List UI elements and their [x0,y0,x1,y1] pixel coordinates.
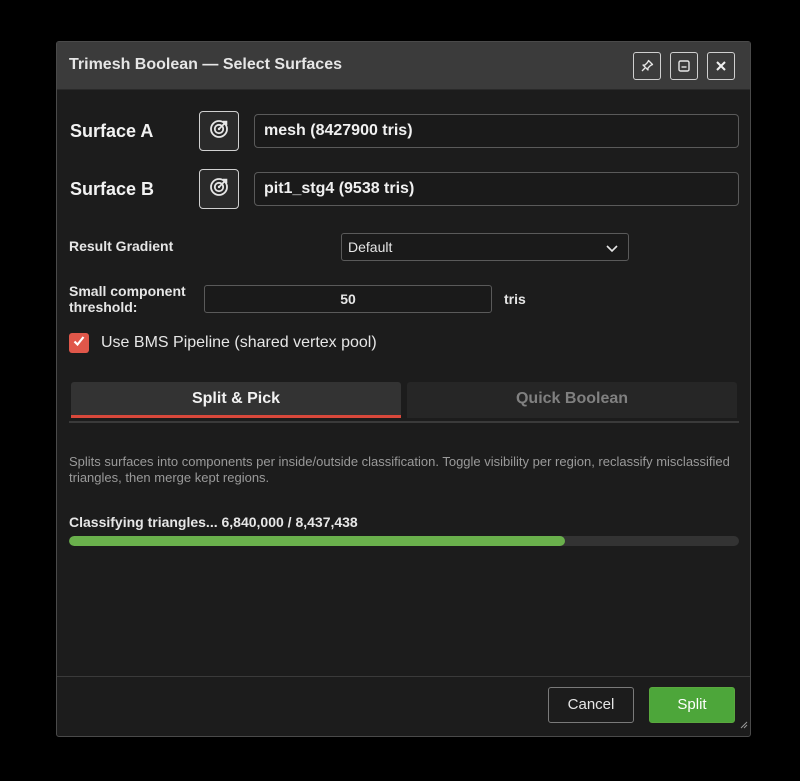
pin-icon [640,59,654,73]
threshold-label: Small component threshold: [69,283,186,315]
pick-target-icon [208,118,230,145]
result-gradient-label: Result Gradient [69,238,174,254]
surface-b-label: Surface B [70,179,155,199]
tab-quick-boolean[interactable]: Quick Boolean [407,382,737,418]
bms-checkbox-label[interactable]: Use BMS Pipeline (shared vertex pool) [101,334,377,352]
tab-description: Splits surfaces into components per insi… [69,454,730,485]
surface-b-field[interactable]: pit1_stg4 (9538 tris) [254,172,739,206]
threshold-unit: tris [504,291,526,307]
surface-b-pick-button[interactable] [199,169,239,209]
threshold-label-line2: threshold: [69,299,138,315]
surface-a-pick-button[interactable] [199,111,239,151]
tab-split-pick[interactable]: Split & Pick [71,382,401,418]
cancel-button[interactable]: Cancel [548,687,634,723]
close-icon [714,59,728,73]
progress-label: Classifying triangles... 6,840,000 / 8,4… [69,514,358,530]
trimesh-boolean-dialog: Trimesh Boolean — Select Surfaces Surfac… [56,41,751,737]
restore-button[interactable] [670,52,698,80]
surface-a-field[interactable]: mesh (8427900 tris) [254,114,739,148]
resize-grip-icon[interactable] [738,716,748,734]
dialog-title: Trimesh Boolean — Select Surfaces [69,56,342,73]
window-icon [677,59,691,73]
result-gradient-value: Default [348,239,393,255]
bms-checkbox[interactable] [69,333,89,353]
footer-divider [57,676,750,677]
threshold-label-line1: Small component [69,283,186,299]
result-gradient-select[interactable]: Default [341,233,629,261]
close-button[interactable] [707,52,735,80]
pin-button[interactable] [633,52,661,80]
pick-target-icon [208,176,230,203]
progress-bar [69,536,739,546]
tab-divider [69,421,739,423]
checkmark-icon [72,334,86,353]
split-button[interactable]: Split [649,687,735,723]
threshold-input[interactable]: 50 [204,285,492,313]
title-bar[interactable]: Trimesh Boolean — Select Surfaces [57,42,750,90]
chevron-down-icon [606,241,618,257]
progress-fill [69,536,565,546]
surface-a-label: Surface A [70,121,154,141]
